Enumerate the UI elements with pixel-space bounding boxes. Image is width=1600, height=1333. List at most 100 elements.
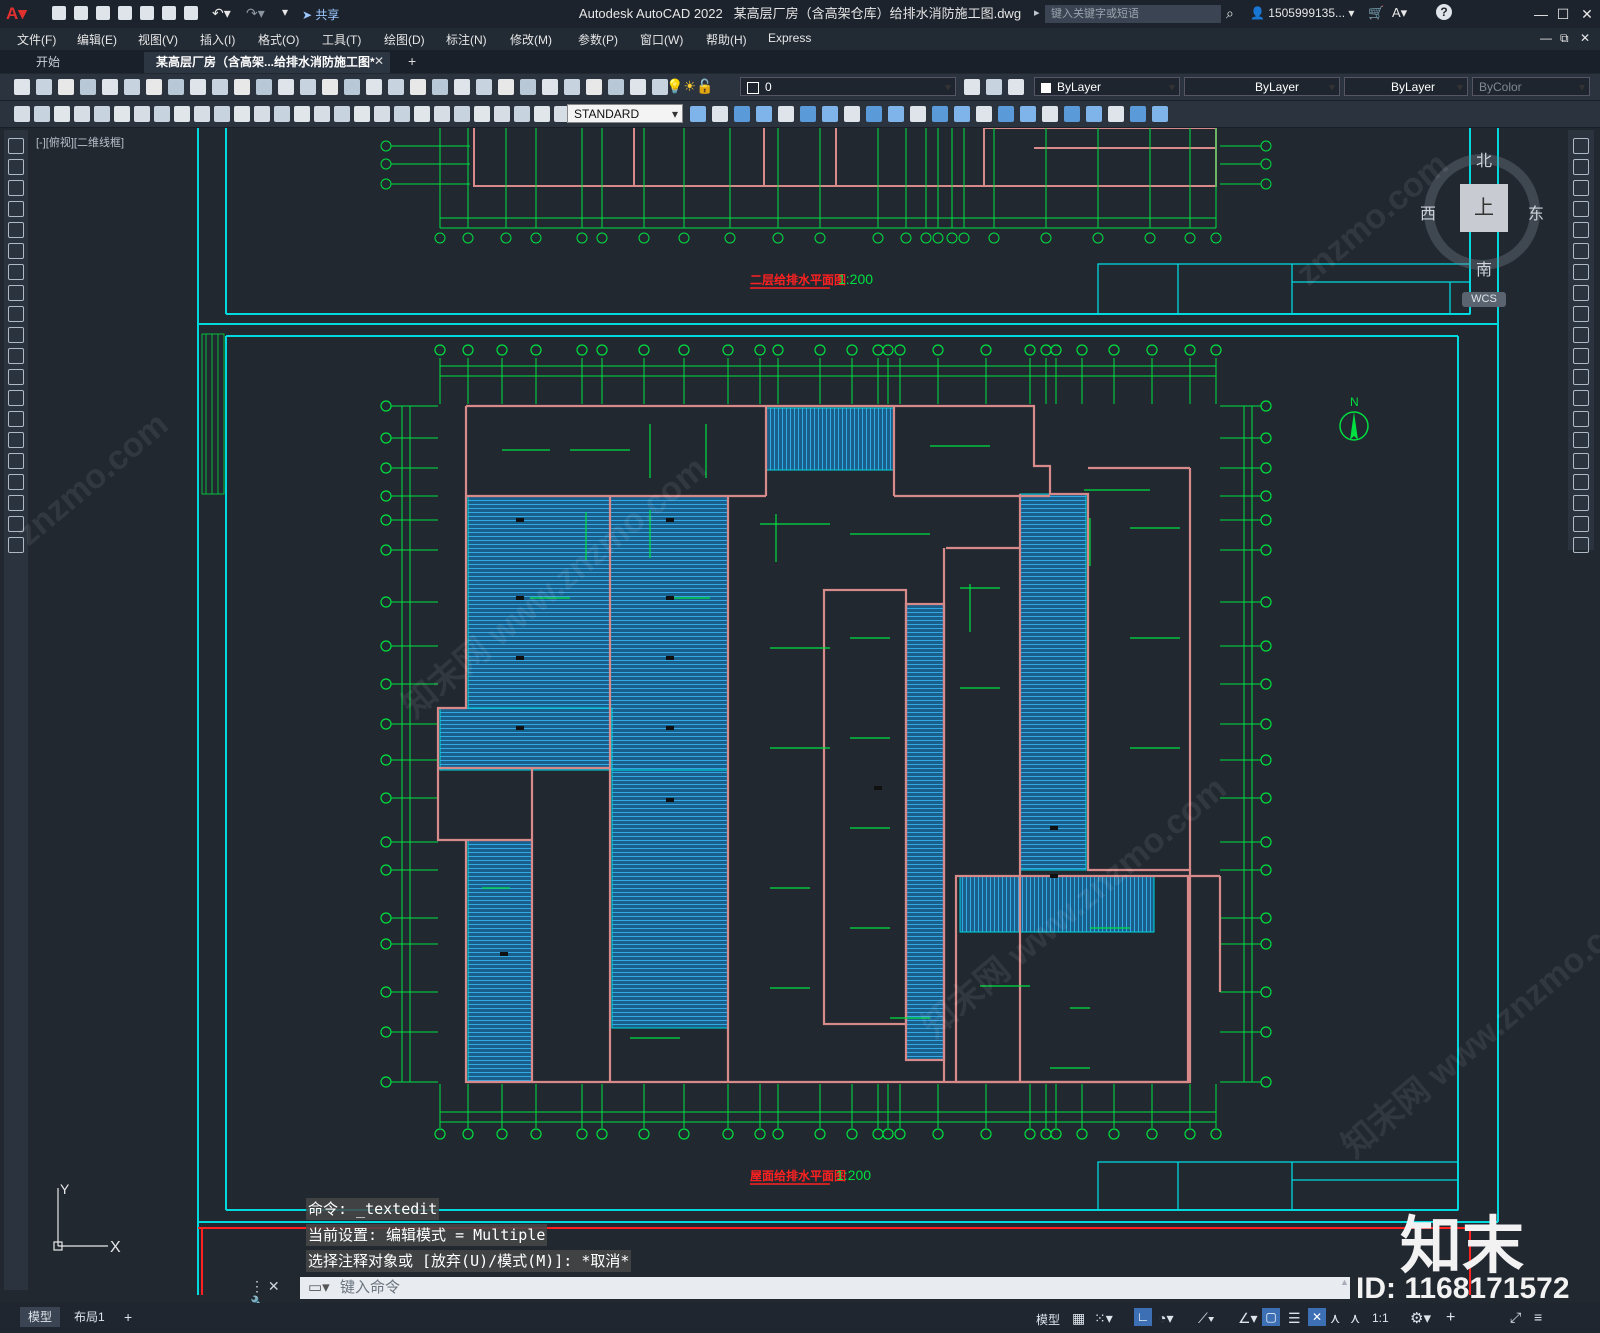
minimize-button[interactable]: — (1530, 4, 1552, 24)
modify-tool-icon[interactable] (1573, 390, 1589, 406)
polar-icon[interactable]: ◔▾ (1158, 1310, 1173, 1327)
toolbar-tool-icon[interactable] (434, 106, 450, 122)
toolbar-tool-icon[interactable] (1064, 106, 1080, 122)
annotation-scale-icon[interactable]: ⋏ (1350, 1310, 1360, 1327)
menu-modify[interactable]: 修改(M) (510, 31, 552, 48)
toolbar-tool-icon[interactable] (414, 106, 430, 122)
toolbar-tool-icon[interactable] (1130, 106, 1146, 122)
menu-tools[interactable]: 工具(T) (322, 31, 361, 48)
menu-window[interactable]: 窗口(W) (640, 31, 683, 48)
doc-restore-icon[interactable]: ⧉ (1560, 31, 1569, 46)
tab-close-icon[interactable]: ✕ (374, 54, 384, 68)
tab-drawing[interactable]: 某高层厂房（含高架...给排水消防施工图* (144, 52, 390, 73)
doc-close-icon[interactable]: ✕ (1580, 31, 1590, 45)
toolbar-tool-icon[interactable] (520, 79, 536, 95)
toolbar-tool-icon[interactable] (454, 106, 470, 122)
grid-icon[interactable]: ▦ (1072, 1310, 1085, 1327)
menu-express[interactable]: Express (768, 31, 811, 45)
toolbar-tool-icon[interactable] (254, 106, 270, 122)
toolbar-tool-icon[interactable] (494, 106, 510, 122)
toolbar-tool-icon[interactable] (1042, 106, 1058, 122)
modify-tool-icon[interactable] (1573, 432, 1589, 448)
modify-tool-icon[interactable] (1573, 495, 1589, 511)
snap-icon[interactable]: ⁙▾ (1094, 1310, 1113, 1327)
command-close-icon[interactable]: ⋮ ✕ 🔧 (250, 1278, 300, 1311)
user-account[interactable]: 👤 1505999135... ▾ (1250, 6, 1354, 20)
annotation-visibility-icon[interactable]: ✕ (1308, 1308, 1326, 1326)
draw-tool-icon[interactable] (8, 453, 24, 469)
color-dropdown[interactable]: ByLayer (1034, 77, 1180, 97)
draw-tool-icon[interactable] (8, 180, 24, 196)
toolbar-tool-icon[interactable] (124, 79, 140, 95)
layer-dropdown[interactable]: 0 (740, 77, 956, 97)
layer-state-icons[interactable]: 💡☀🔓 (666, 78, 713, 95)
toolbar-tool-icon[interactable] (80, 79, 96, 95)
viewcube-east[interactable]: 东 (1528, 200, 1544, 224)
toolbar-tool-icon[interactable] (514, 106, 530, 122)
toolbar-tool-icon[interactable] (212, 79, 228, 95)
toolbar-tool-icon[interactable] (354, 106, 370, 122)
toolbar-tool-icon[interactable] (256, 79, 272, 95)
toolbar-tool-icon[interactable] (998, 106, 1014, 122)
draw-tool-icon[interactable] (8, 411, 24, 427)
ortho-icon[interactable]: ∟ (1134, 1308, 1152, 1326)
menu-draw[interactable]: 绘图(D) (384, 31, 425, 48)
draw-tool-icon[interactable] (8, 243, 24, 259)
modify-tool-icon[interactable] (1573, 516, 1589, 532)
cart-icon[interactable]: 🛒 (1368, 5, 1384, 21)
maximize-button[interactable]: ☐ (1552, 4, 1574, 24)
modify-tool-icon[interactable] (1573, 453, 1589, 469)
toolbar-tool-icon[interactable] (134, 106, 150, 122)
toolbar-tool-icon[interactable] (888, 106, 904, 122)
command-prompt-icon[interactable]: ▭▾ (308, 1277, 330, 1299)
toolbar-tool-icon[interactable] (454, 79, 470, 95)
menu-help[interactable]: 帮助(H) (706, 31, 747, 48)
modify-tool-icon[interactable] (1573, 159, 1589, 175)
toolbar-tool-icon[interactable] (366, 79, 382, 95)
viewport-controls[interactable]: [-][俯视][二维线框] (36, 134, 124, 150)
toolbar-tool-icon[interactable] (954, 106, 970, 122)
draw-tool-icon[interactable] (8, 474, 24, 490)
plotstyle-dropdown[interactable]: ByColor (1472, 77, 1590, 97)
draw-tool-icon[interactable] (8, 327, 24, 343)
toolbar-tool-icon[interactable] (866, 106, 882, 122)
toolbar-tool-icon[interactable] (374, 106, 390, 122)
toolbar-tool-icon[interactable] (1020, 106, 1036, 122)
toolbar-tool-icon[interactable] (608, 79, 624, 95)
toolbar-tool-icon[interactable] (822, 106, 838, 122)
draw-tool-icon[interactable] (8, 159, 24, 175)
menu-dimension[interactable]: 标注(N) (446, 31, 487, 48)
customize-icon[interactable]: ≡ (1534, 1309, 1542, 1325)
menu-insert[interactable]: 插入(I) (200, 31, 235, 48)
draw-tool-icon[interactable] (8, 306, 24, 322)
toolbar-tool-icon[interactable] (542, 79, 558, 95)
modify-tool-icon[interactable] (1573, 327, 1589, 343)
menu-parameters[interactable]: 参数(P) (578, 31, 618, 48)
object-track-icon[interactable]: ∠▾ (1238, 1310, 1258, 1327)
tab-layout1[interactable]: 布局1 (66, 1307, 113, 1327)
toolbar-tool-icon[interactable] (800, 106, 816, 122)
toolbar-tool-icon[interactable] (54, 106, 70, 122)
draw-tool-icon[interactable] (8, 495, 24, 511)
viewcube-south[interactable]: 南 (1476, 256, 1492, 280)
toolbar-tool-icon[interactable] (932, 106, 948, 122)
toolbar-tool-icon[interactable] (734, 106, 750, 122)
toolbar-tool-icon[interactable] (102, 79, 118, 95)
lineweight-dropdown[interactable]: ByLayer (1344, 77, 1468, 97)
toolbar-tool-icon[interactable] (294, 106, 310, 122)
modify-tool-icon[interactable] (1573, 348, 1589, 364)
toolbar-tool-icon[interactable] (278, 79, 294, 95)
toolbar-tool-icon[interactable] (474, 106, 490, 122)
toolbar-tool-icon[interactable] (114, 106, 130, 122)
modify-tool-icon[interactable] (1573, 411, 1589, 427)
toolbar-tool-icon[interactable] (322, 79, 338, 95)
menu-format[interactable]: 格式(O) (258, 31, 299, 48)
isodraft-icon[interactable]: ⟋▾ (1198, 1310, 1215, 1327)
toolbar-tool-icon[interactable] (1086, 106, 1102, 122)
search-icon[interactable]: ⌕ (1226, 5, 1234, 22)
toolbar-tool-icon[interactable] (234, 79, 250, 95)
autodesk-app-icon[interactable]: A▾ (1392, 5, 1407, 21)
modify-tool-icon[interactable] (1573, 138, 1589, 154)
toolbar-tool-icon[interactable] (712, 106, 728, 122)
modify-tool-icon[interactable] (1573, 243, 1589, 259)
